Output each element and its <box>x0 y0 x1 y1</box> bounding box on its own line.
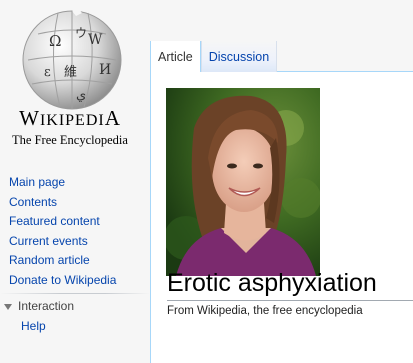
portal-divider <box>0 293 150 294</box>
portal-heading-label: Interaction <box>18 299 75 313</box>
article-photo[interactable] <box>166 88 320 276</box>
tab-article[interactable]: Article <box>150 41 201 72</box>
wordmark: WIKIPEDIA <box>0 106 140 131</box>
nav-featured-content[interactable]: Featured content <box>9 212 116 232</box>
globe-glyph-epsilon: ε <box>44 65 51 80</box>
article-title: Erotic asphyxiation <box>167 269 377 297</box>
nav-contents[interactable]: Contents <box>9 193 116 213</box>
tab-discussion[interactable]: Discussion <box>200 41 278 72</box>
globe-glyph-i: И <box>99 62 111 78</box>
article-subtitle: From Wikipedia, the free encyclopedia <box>167 305 363 317</box>
page-tabs: Article Discussion <box>150 41 278 72</box>
globe-glyph-ya: ي <box>76 88 86 103</box>
nav-random-article[interactable]: Random article <box>9 251 116 271</box>
portrait-image <box>166 88 320 276</box>
wikipedia-logo[interactable]: Ω W И 維 ウ ε ي WIKIPEDIA The Free Encyclo… <box>0 0 150 160</box>
wordmark-first: W <box>19 106 40 130</box>
globe-glyph-w: W <box>88 32 103 48</box>
sidebar-navigation: Main page Contents Featured content Curr… <box>9 173 116 290</box>
collapse-triangle-icon <box>4 303 12 310</box>
article-content: Erotic asphyxiation From Wikipedia, the … <box>150 72 413 363</box>
globe-glyph-u: ウ <box>75 26 87 40</box>
nav-help[interactable]: Help <box>21 319 46 333</box>
interaction-portal-heading[interactable]: Interaction <box>4 299 74 313</box>
tagline: The Free Encyclopedia <box>12 133 128 147</box>
nav-donate[interactable]: Donate to Wikipedia <box>9 271 116 291</box>
globe-glyph-wei: 維 <box>64 65 77 80</box>
title-divider <box>167 300 413 301</box>
wikipedia-globe-icon: Ω W И 維 ウ ε ي <box>22 8 122 110</box>
wordmark-rest: IKIPEDI <box>39 112 105 129</box>
wordmark-last: A <box>104 106 121 130</box>
globe-glyph-omega: Ω <box>49 32 61 50</box>
nav-main-page[interactable]: Main page <box>9 173 116 193</box>
nav-current-events[interactable]: Current events <box>9 232 116 252</box>
